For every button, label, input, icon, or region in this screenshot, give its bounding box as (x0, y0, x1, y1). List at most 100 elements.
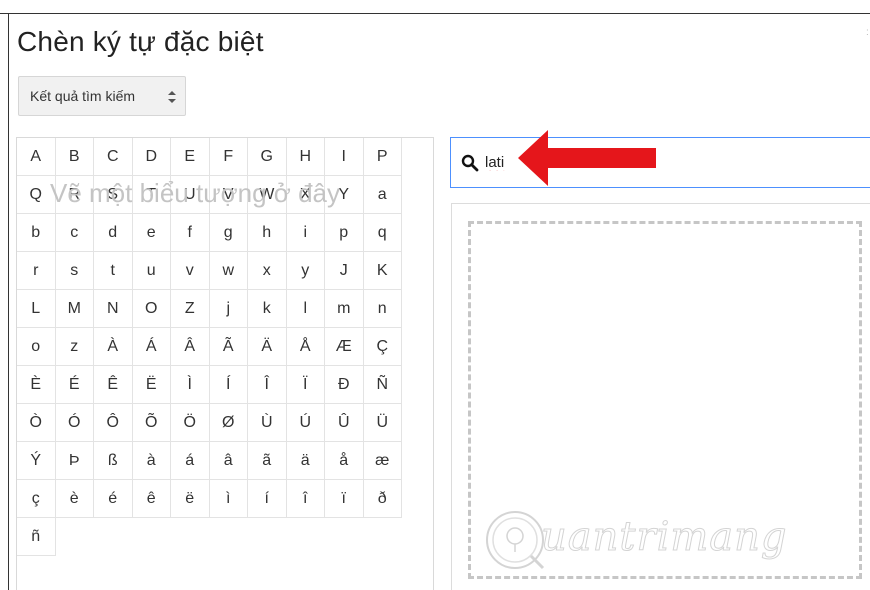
char-cell[interactable]: M (55, 290, 94, 328)
watermark-logo-icon (486, 511, 545, 570)
char-cell[interactable]: ß (94, 442, 133, 480)
char-cell[interactable]: w (209, 252, 248, 290)
char-cell[interactable]: Ù (248, 404, 287, 442)
char-cell[interactable]: n (363, 290, 402, 328)
char-cell[interactable]: æ (363, 442, 402, 480)
char-cell[interactable]: F (209, 138, 248, 176)
char-cell[interactable]: A (17, 138, 56, 176)
category-select-label: Kết quả tìm kiếm (30, 88, 136, 104)
char-cell[interactable]: ê (132, 480, 171, 518)
char-cell[interactable]: y (286, 252, 325, 290)
char-cell[interactable]: Ü (363, 404, 402, 442)
char-cell[interactable]: h (248, 214, 287, 252)
char-cell[interactable]: Á (132, 328, 171, 366)
char-cell[interactable]: â (209, 442, 248, 480)
watermark: uantrimang (483, 508, 803, 572)
char-cell[interactable]: Ñ (363, 366, 402, 404)
char-cell[interactable]: E (171, 138, 210, 176)
char-cell[interactable]: à (132, 442, 171, 480)
char-cell[interactable]: L (17, 290, 56, 328)
char-cell[interactable]: Ó (55, 404, 94, 442)
dialog-title: Chèn ký tự đặc biệt (17, 26, 264, 57)
char-cell[interactable]: ì (209, 480, 248, 518)
char-cell[interactable]: Õ (132, 404, 171, 442)
char-cell[interactable]: Ì (171, 366, 210, 404)
char-cell[interactable]: z (55, 328, 94, 366)
char-cell[interactable]: N (94, 290, 133, 328)
char-cell[interactable]: Ï (286, 366, 325, 404)
char-cell[interactable]: Û (325, 404, 364, 442)
char-cell[interactable]: t (94, 252, 133, 290)
char-cell[interactable]: P (363, 138, 402, 176)
char-cell[interactable]: q (363, 214, 402, 252)
char-cell[interactable]: ç (17, 480, 56, 518)
char-cell[interactable]: Ð (325, 366, 364, 404)
char-cell[interactable]: o (17, 328, 56, 366)
char-cell[interactable]: Â (171, 328, 210, 366)
char-cell[interactable]: Í (209, 366, 248, 404)
char-cell[interactable]: Ã (209, 328, 248, 366)
char-cell[interactable]: d (94, 214, 133, 252)
char-cell[interactable]: ï (325, 480, 364, 518)
char-cell[interactable]: m (325, 290, 364, 328)
char-cell[interactable]: ñ (17, 518, 56, 556)
char-cell[interactable]: J (325, 252, 364, 290)
char-cell[interactable]: D (132, 138, 171, 176)
char-cell[interactable]: f (171, 214, 210, 252)
char-cell[interactable]: Æ (325, 328, 364, 366)
char-cell[interactable]: î (286, 480, 325, 518)
char-cell[interactable]: Ý (17, 442, 56, 480)
char-cell[interactable]: Ú (286, 404, 325, 442)
char-cell[interactable]: Ê (94, 366, 133, 404)
char-cell[interactable]: B (55, 138, 94, 176)
char-cell[interactable]: x (248, 252, 287, 290)
category-select[interactable]: Kết quả tìm kiếm (18, 76, 186, 116)
char-cell[interactable]: É (55, 366, 94, 404)
char-cell[interactable]: È (17, 366, 56, 404)
char-cell[interactable]: Ë (132, 366, 171, 404)
char-cell[interactable]: Î (248, 366, 287, 404)
char-cell[interactable]: å (325, 442, 364, 480)
char-cell[interactable]: Þ (55, 442, 94, 480)
char-cell[interactable]: Ç (363, 328, 402, 366)
char-cell[interactable]: b (17, 214, 56, 252)
char-cell[interactable]: è (55, 480, 94, 518)
char-cell[interactable]: á (171, 442, 210, 480)
char-cell[interactable]: À (94, 328, 133, 366)
char-cell[interactable]: Z (171, 290, 210, 328)
char-cell[interactable]: Ô (94, 404, 133, 442)
char-cell[interactable]: g (209, 214, 248, 252)
char-cell[interactable]: O (132, 290, 171, 328)
char-cell[interactable]: l (286, 290, 325, 328)
char-cell[interactable]: r (17, 252, 56, 290)
char-cell[interactable]: I (325, 138, 364, 176)
char-cell[interactable]: ð (363, 480, 402, 518)
char-cell[interactable]: c (55, 214, 94, 252)
menu-dots-icon[interactable]: : (866, 28, 869, 40)
char-cell[interactable]: C (94, 138, 133, 176)
char-cell[interactable]: Ò (17, 404, 56, 442)
char-cell[interactable]: k (248, 290, 287, 328)
char-cell[interactable]: í (248, 480, 287, 518)
search-box[interactable] (450, 137, 870, 188)
draw-placeholder: Vẽ một biểu tượng ở đây (50, 178, 340, 208)
char-cell[interactable]: p (325, 214, 364, 252)
char-cell[interactable]: i (286, 214, 325, 252)
char-cell[interactable]: H (286, 138, 325, 176)
char-cell[interactable]: s (55, 252, 94, 290)
char-cell[interactable]: ã (248, 442, 287, 480)
char-cell[interactable]: Ö (171, 404, 210, 442)
char-cell[interactable]: K (363, 252, 402, 290)
char-cell[interactable]: u (132, 252, 171, 290)
char-cell[interactable]: e (132, 214, 171, 252)
watermark-text: uantrimang (541, 514, 788, 561)
char-cell[interactable]: ë (171, 480, 210, 518)
char-cell[interactable]: v (171, 252, 210, 290)
char-cell[interactable]: ä (286, 442, 325, 480)
char-cell[interactable]: Å (286, 328, 325, 366)
char-cell[interactable]: Ä (248, 328, 287, 366)
char-cell[interactable]: j (209, 290, 248, 328)
char-cell[interactable]: é (94, 480, 133, 518)
char-cell[interactable]: G (248, 138, 287, 176)
char-cell[interactable]: Ø (209, 404, 248, 442)
